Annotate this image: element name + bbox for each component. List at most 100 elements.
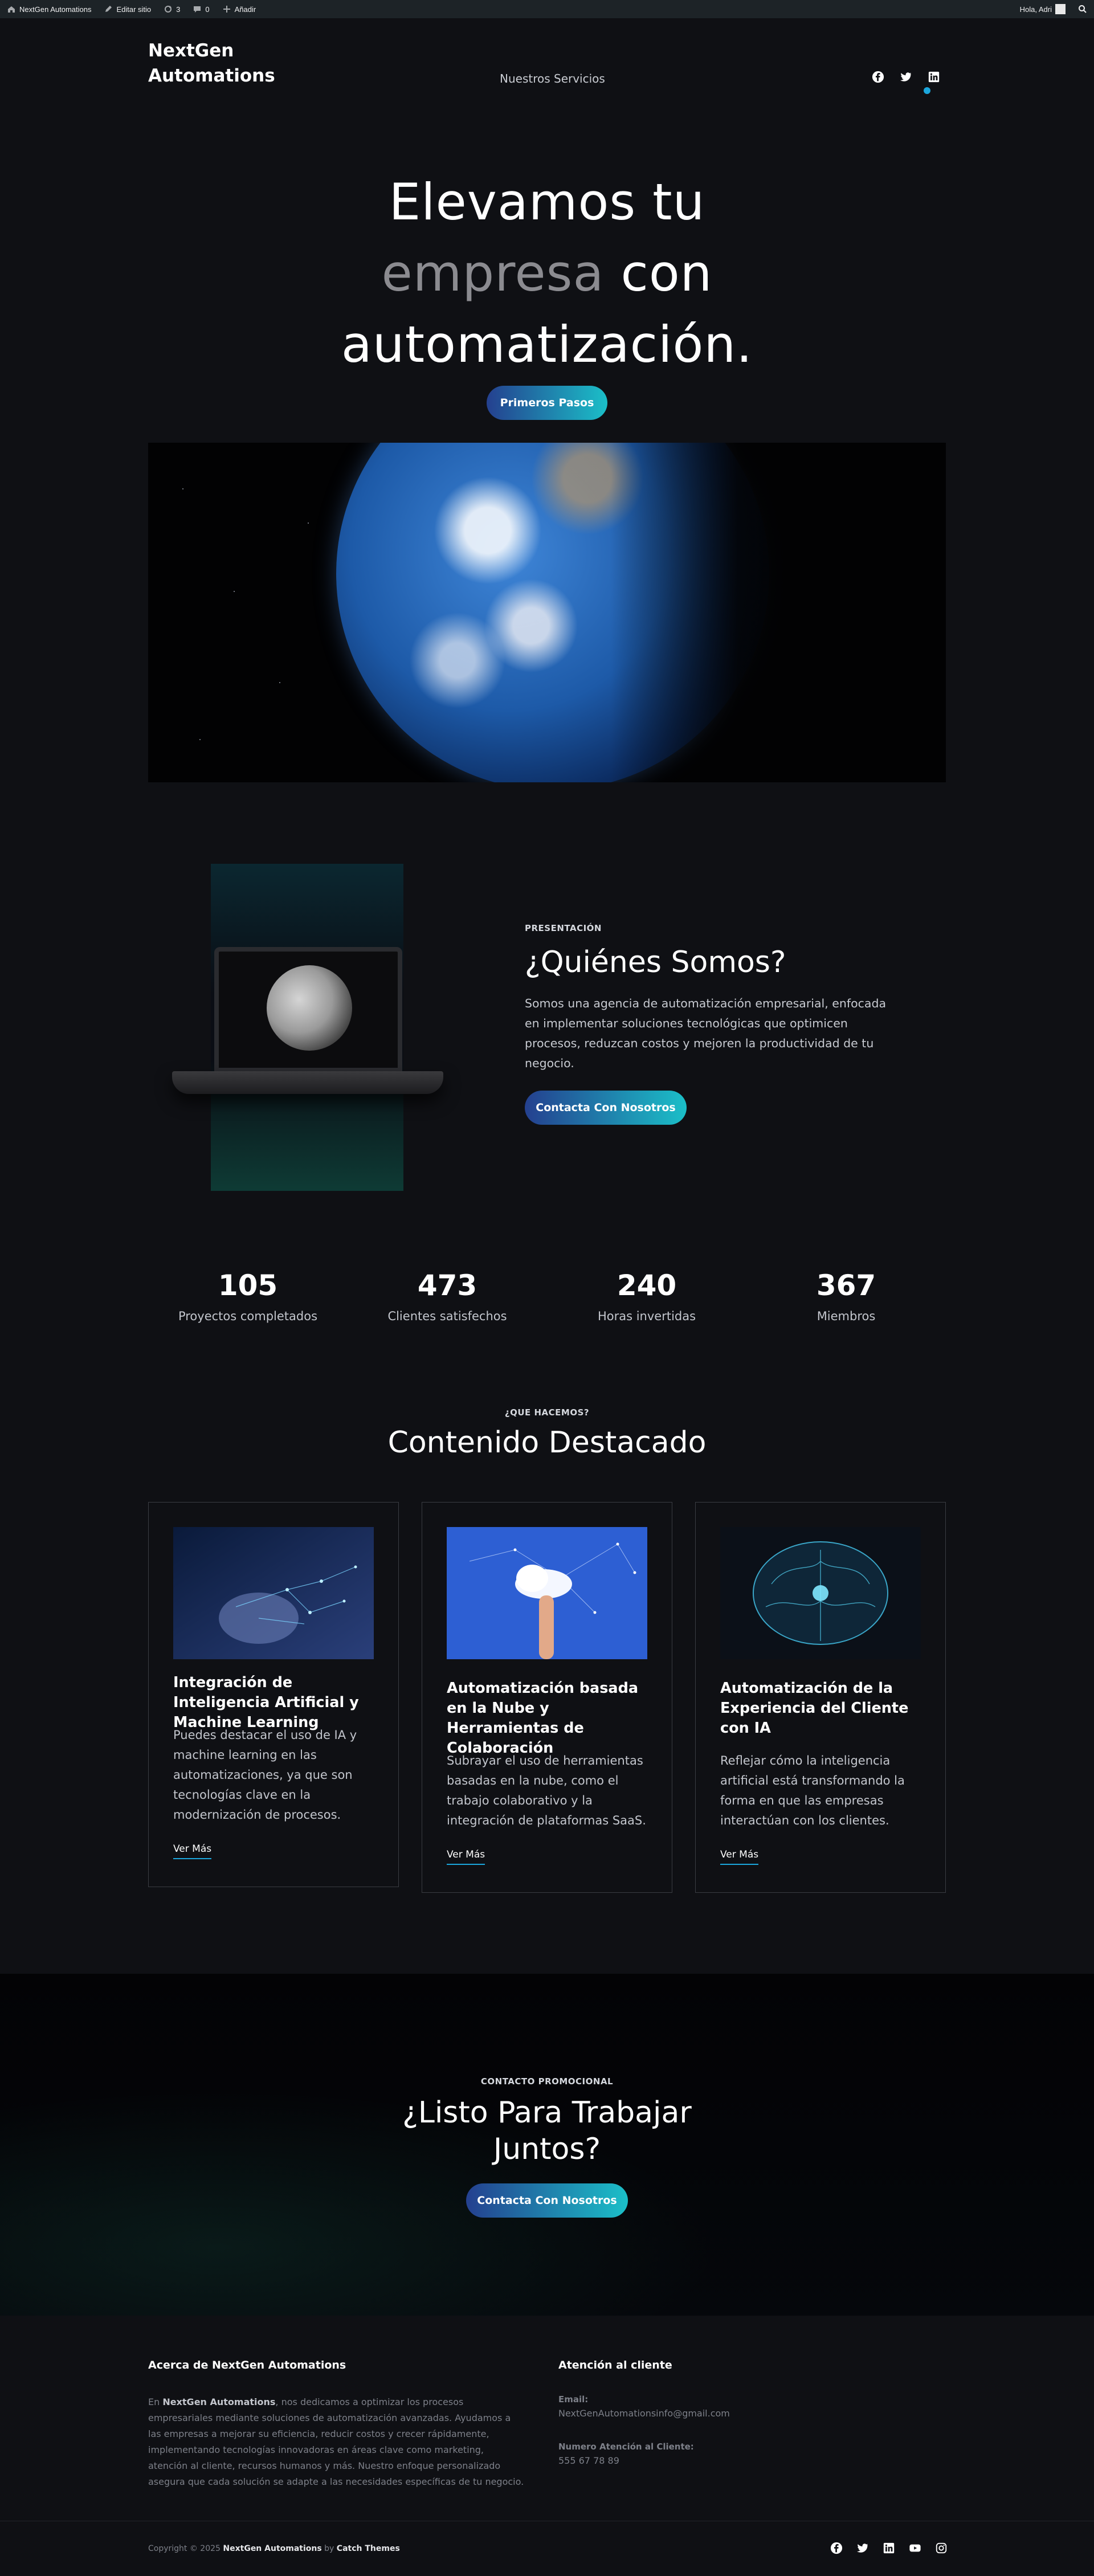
footer-phone: Numero Atención al Cliente: 555 67 78 89 xyxy=(558,2442,843,2466)
refresh-icon xyxy=(165,6,172,13)
hero-line-2-muted: empresa xyxy=(381,244,605,303)
hero-earth-image xyxy=(148,443,946,782)
avatar xyxy=(1055,4,1066,14)
copyright-by: by xyxy=(324,2544,334,2553)
footer-phone-label: Numero Atención al Cliente: xyxy=(558,2442,694,2452)
promo-title: ¿Listo Para Trabajar Juntos? xyxy=(0,2095,1094,2167)
hero-line-1: Elevamos tu xyxy=(389,173,705,231)
primeros-pasos-button[interactable]: Primeros Pasos xyxy=(487,386,607,420)
brain-image xyxy=(720,1527,921,1659)
footer-support: Atención al cliente Email: NextGenAutoma… xyxy=(558,2359,843,2466)
stat-item: 473 Clientes satisfechos xyxy=(348,1267,547,1323)
stat-item: 367 Miembros xyxy=(746,1267,946,1323)
site-brand[interactable]: NextGen Automations xyxy=(148,38,275,88)
feature-card-brain: Automatización de la Experiencia del Cli… xyxy=(695,1502,946,1893)
hero-section: Elevamos tu empresa con automatización. … xyxy=(0,87,1094,420)
site-header: NextGen Automations Nuestros Servicios xyxy=(0,18,1094,94)
admin-site-menu[interactable]: NextGen Automations xyxy=(7,5,91,14)
ver-mas-link[interactable]: Ver Más xyxy=(720,1849,759,1865)
admin-comments[interactable]: 0 xyxy=(193,5,210,14)
facebook-icon[interactable] xyxy=(830,2542,843,2554)
ver-mas-link[interactable]: Ver Más xyxy=(447,1849,485,1865)
admin-add-new[interactable]: Añadir xyxy=(222,5,256,14)
stat-number: 367 xyxy=(816,1269,876,1302)
features-header: ¿QUE HACEMOS? Contenido Destacado xyxy=(0,1407,1094,1460)
stat-number: 105 xyxy=(218,1269,278,1302)
promo-contact-button[interactable]: Contacta Con Nosotros xyxy=(466,2183,628,2218)
copyright-theme[interactable]: Catch Themes xyxy=(337,2544,400,2553)
stat-label: Horas invertidas xyxy=(597,1309,696,1323)
features-title: Contenido Destacado xyxy=(387,1426,707,1460)
footer-about-brand: NextGen Automations xyxy=(162,2397,276,2407)
stat-label: Clientes satisfechos xyxy=(387,1309,507,1323)
admin-comments-count: 0 xyxy=(205,5,210,14)
youtube-icon[interactable] xyxy=(909,2542,921,2554)
footer-phone-value: 555 67 78 89 xyxy=(558,2455,619,2466)
feature-card-title: Automatización de la Experiencia del Cli… xyxy=(720,1680,909,1737)
footer-about-text: En NextGen Automations, nos dedicamos a … xyxy=(148,2394,524,2490)
search-icon[interactable] xyxy=(1078,5,1087,14)
home-icon xyxy=(8,6,15,13)
footer-about: Acerca de NextGen Automations En NextGen… xyxy=(148,2359,524,2490)
admin-greeting: Hola, Adri xyxy=(1019,5,1052,14)
comment-icon xyxy=(194,6,201,13)
admin-add-label: Añadir xyxy=(234,5,256,14)
facebook-icon[interactable] xyxy=(872,71,884,83)
admin-updates[interactable]: 3 xyxy=(164,5,180,14)
feature-card-body: Reflejar cómo la inteligencia artificial… xyxy=(720,1754,905,1827)
footer-email-label: Email: xyxy=(558,2394,589,2404)
footer-email: Email: NextGenAutomationsinfo@gmail.com xyxy=(558,2394,843,2419)
admin-site-name: NextGen Automations xyxy=(19,5,92,14)
instagram-icon[interactable] xyxy=(935,2542,948,2554)
hero-line-2-rest: con xyxy=(621,244,713,303)
about-eyebrow: PRESENTACIÓN xyxy=(525,923,602,933)
linkedin-icon[interactable] xyxy=(928,71,940,83)
feature-card-ai: Integración de Inteligencia Artificial y… xyxy=(148,1502,399,1887)
promo-section: CONTACTO PROMOCIONAL ¿Listo Para Trabaja… xyxy=(0,1974,1094,2316)
admin-edit-label: Editar sitio xyxy=(116,5,152,14)
linkedin-icon[interactable] xyxy=(883,2542,895,2554)
site-footer: Acerca de NextGen Automations En NextGen… xyxy=(0,2316,1094,2576)
stat-number: 240 xyxy=(617,1269,677,1302)
laptop-screen xyxy=(214,947,402,1072)
about-section: PRESENTACIÓN ¿Quiénes Somos? Somos una a… xyxy=(525,923,889,1125)
footer-social-links xyxy=(830,2542,948,2554)
admin-bar: NextGen Automations Editar sitio 3 0 Aña… xyxy=(0,0,1094,18)
admin-account[interactable]: Hola, Adri xyxy=(1020,4,1066,14)
feature-card-body: Subrayar el uso de herramientas basadas … xyxy=(447,1754,646,1827)
edit-icon xyxy=(105,6,112,12)
stat-label: Proyectos completados xyxy=(178,1309,318,1323)
promo-eyebrow: CONTACTO PROMOCIONAL xyxy=(480,2076,614,2087)
about-contact-button[interactable]: Contacta Con Nosotros xyxy=(525,1091,687,1125)
footer-about-body: , nos dedicamos a optimizar los procesos… xyxy=(148,2397,524,2487)
nav-item-services[interactable]: Nuestros Servicios xyxy=(500,72,605,85)
feature-card-body: Puedes destacar el uso de IA y machine l… xyxy=(173,1728,357,1822)
stat-item: 240 Horas invertidas xyxy=(547,1267,746,1323)
moon-image xyxy=(267,965,352,1051)
brand-line-1: NextGen xyxy=(148,40,234,61)
about-body: Somos una agencia de automatización empr… xyxy=(525,997,887,1070)
laptop-base xyxy=(172,1071,443,1094)
footer-about-prefix: En xyxy=(148,2397,163,2407)
copyright-prefix: Copyright © 2025 xyxy=(148,2544,221,2553)
hero-line-3: automatización. xyxy=(341,315,753,374)
footer-email-value[interactable]: NextGenAutomationsinfo@gmail.com xyxy=(558,2408,843,2419)
promo-title-line-2: Juntos? xyxy=(493,2132,601,2166)
hero-title: Elevamos tu empresa con automatización. xyxy=(0,166,1094,380)
admin-edit-site[interactable]: Editar sitio xyxy=(104,5,151,14)
ver-mas-link[interactable]: Ver Más xyxy=(173,1843,212,1859)
brand-line-2: Automations xyxy=(148,66,275,86)
copyright: Copyright © 2025 NextGen Automations by … xyxy=(148,2544,400,2553)
cloud-hand-image xyxy=(447,1527,647,1659)
header-social-links xyxy=(872,71,940,83)
stats-section: 105 Proyectos completados 473 Clientes s… xyxy=(148,1267,946,1323)
twitter-icon[interactable] xyxy=(900,71,912,83)
copyright-brand[interactable]: NextGen Automations xyxy=(223,2544,321,2553)
admin-updates-count: 3 xyxy=(176,5,181,14)
twitter-icon[interactable] xyxy=(856,2542,869,2554)
feature-card-title: Integración de Inteligencia Artificial y… xyxy=(173,1674,359,1731)
plus-icon xyxy=(223,6,230,13)
footer-bottom-bar: Copyright © 2025 NextGen Automations by … xyxy=(0,2521,1094,2576)
footer-about-title: Acerca de NextGen Automations xyxy=(148,2359,346,2371)
stat-number: 473 xyxy=(417,1269,477,1302)
